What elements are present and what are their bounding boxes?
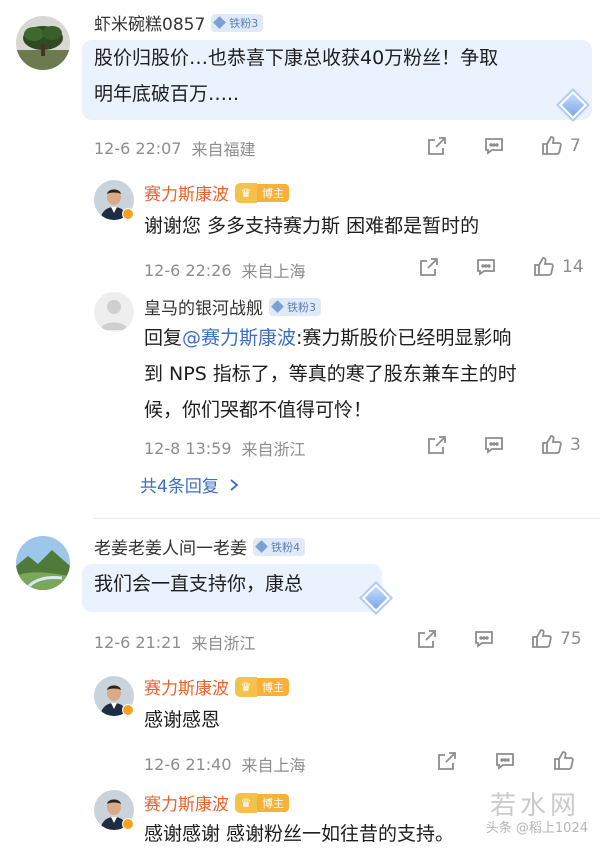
comment-1: 虾米碗糕0857 铁粉3 股价归股价…也恭喜下康总收获40万粉丝！争取 明年底破… xyxy=(0,0,600,170)
location: 来自浙江 xyxy=(191,634,256,653)
avatar[interactable] xyxy=(16,16,70,70)
fan-badge[interactable]: 铁粉3 xyxy=(211,13,264,32)
username[interactable]: 赛力斯康波 xyxy=(144,790,229,815)
divider xyxy=(94,518,600,519)
location: 来自福建 xyxy=(191,140,256,159)
reply-1: 赛力斯康波 ♛ 博主 谢谢您 多多支持赛力斯 困难都是暂时的 12-6 22:26… xyxy=(0,170,600,281)
verified-icon xyxy=(122,818,134,830)
avatar[interactable] xyxy=(16,536,70,590)
avatar[interactable] xyxy=(94,292,134,332)
username[interactable]: 老姜老姜人间一老姜 xyxy=(94,534,247,559)
location: 来自上海 xyxy=(241,756,306,775)
like-count: 75 xyxy=(560,629,582,649)
username[interactable]: 皇马的银河战舰 xyxy=(144,294,263,319)
timestamp: 12-6 22:26 xyxy=(144,260,232,280)
reply-text[interactable]: 感谢感谢 感谢粉丝一如往昔的支持。 xyxy=(144,816,454,852)
comment-button[interactable] xyxy=(483,135,505,157)
crown-icon: ♛ xyxy=(235,182,257,203)
like-icon xyxy=(532,629,552,648)
share-button[interactable] xyxy=(426,135,448,157)
comment-icon xyxy=(485,138,503,155)
reply-text[interactable]: 回复@赛力斯康波:赛力斯股价已经明显影响 到 NPS 指标了，等真的寒了股东兼车… xyxy=(144,320,594,428)
host-badge: ♛ 博主 xyxy=(235,182,289,203)
reply-2: 皇马的银河战舰 铁粉3 回复@赛力斯康波:赛力斯股价已经明显影响 到 NPS 指… xyxy=(0,286,600,516)
comment-icon xyxy=(485,437,503,454)
comment-icon xyxy=(477,259,495,276)
username[interactable]: 赛力斯康波 xyxy=(144,180,229,205)
username[interactable]: 赛力斯康波 xyxy=(144,674,229,699)
like-button[interactable]: 14 xyxy=(532,255,584,279)
diamond-icon xyxy=(255,540,268,553)
mention-link[interactable]: @赛力斯康波 xyxy=(182,327,296,349)
location: 来自上海 xyxy=(241,262,306,281)
timestamp: 12-6 21:21 xyxy=(94,632,182,652)
comment-button[interactable] xyxy=(473,628,495,650)
like-icon xyxy=(542,136,562,155)
host-badge: ♛ 博主 xyxy=(235,792,289,813)
share-icon xyxy=(418,630,436,648)
comment-button[interactable] xyxy=(483,434,505,456)
timestamp: 12-6 21:40 xyxy=(144,754,232,774)
like-count: 14 xyxy=(562,257,584,277)
comment-icon xyxy=(496,753,514,770)
share-icon xyxy=(438,752,456,770)
share-icon xyxy=(420,258,438,276)
crown-icon: ♛ xyxy=(235,676,257,697)
reply-text[interactable]: 感谢感恩 xyxy=(144,702,220,738)
like-count: 7 xyxy=(570,136,581,156)
comment-icon xyxy=(475,631,493,648)
diamond-icon xyxy=(213,16,227,29)
verified-icon xyxy=(122,704,134,716)
share-button[interactable] xyxy=(436,750,458,772)
reply-text[interactable]: 谢谢您 多多支持赛力斯 困难都是暂时的 xyxy=(144,208,479,244)
timestamp: 12-8 13:59 xyxy=(144,438,232,458)
watermark: 若水网 xyxy=(489,791,580,821)
like-icon xyxy=(534,257,554,276)
share-button[interactable] xyxy=(418,256,440,278)
share-icon xyxy=(428,436,446,454)
share-button[interactable] xyxy=(416,628,438,650)
diamond-icon xyxy=(271,300,284,313)
like-button[interactable]: 3 xyxy=(540,433,581,457)
like-icon xyxy=(554,751,574,770)
like-button[interactable]: 75 xyxy=(530,627,582,651)
comment-2: 老姜老姜人间一老姜 铁粉4 我们会一直支持你，康总 12-6 21:21 来自浙… xyxy=(0,524,600,664)
like-icon xyxy=(542,435,562,454)
location: 来自浙江 xyxy=(241,440,306,459)
like-button[interactable] xyxy=(552,749,576,773)
comment-text: 我们会一直支持你，康总 xyxy=(94,573,304,595)
share-icon xyxy=(428,137,446,155)
chevron-right-icon xyxy=(230,478,239,491)
fan-badge[interactable]: 铁粉3 xyxy=(269,297,321,316)
comment-button[interactable] xyxy=(494,750,516,772)
crown-icon: ♛ xyxy=(235,792,257,813)
host-badge: ♛ 博主 xyxy=(235,676,289,697)
timestamp: 12-6 22:07 xyxy=(94,138,182,158)
like-button[interactable]: 7 xyxy=(540,134,581,158)
fan-badge[interactable]: 铁粉4 xyxy=(253,537,305,556)
comment-text: 股价归股价…也恭喜下康总收获40万粉丝！争取 明年底破百万….. xyxy=(94,47,499,105)
verified-icon xyxy=(122,208,134,220)
comment-button[interactable] xyxy=(475,256,497,278)
reply-3: 赛力斯康波 ♛ 博主 感谢感恩 12-6 21:40 来自上海 xyxy=(0,668,600,778)
like-count: 3 xyxy=(570,435,581,455)
more-replies-link[interactable]: 共4条回复 xyxy=(140,472,239,497)
username[interactable]: 虾米碗糕0857 xyxy=(94,10,205,35)
share-button[interactable] xyxy=(426,434,448,456)
